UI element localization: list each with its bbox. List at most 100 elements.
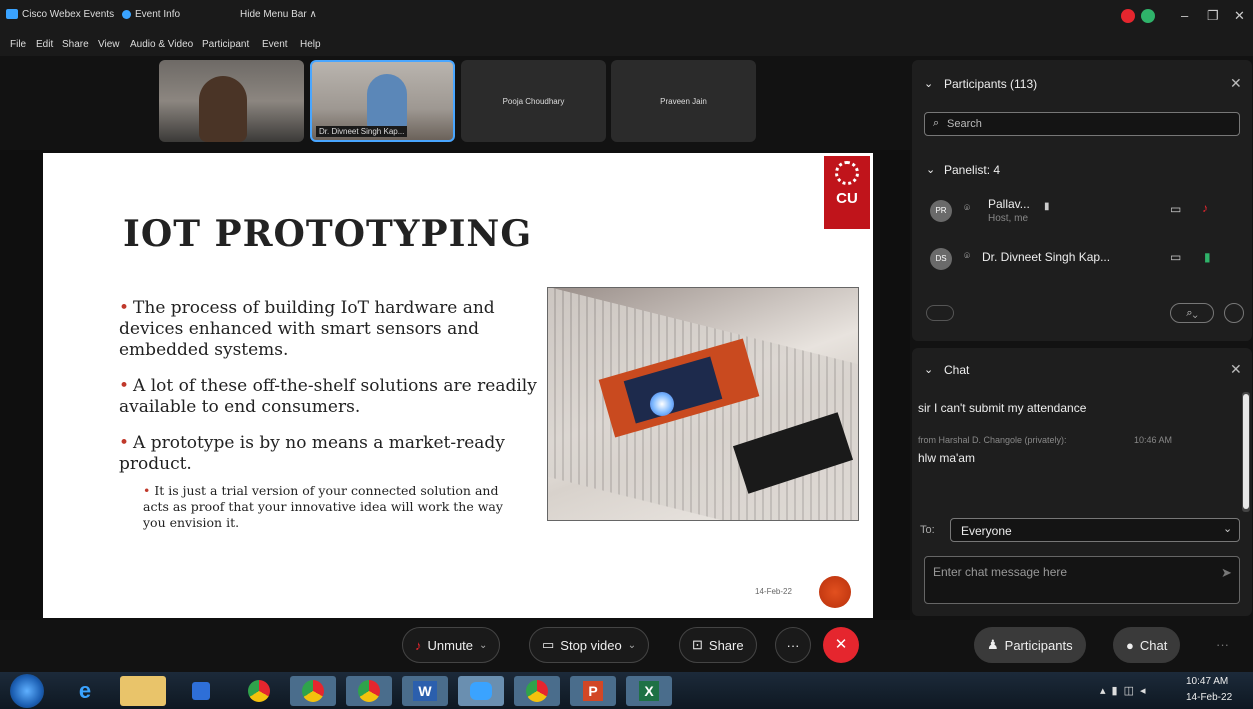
status-icon [1141,9,1155,23]
participants-toggle-button[interactable]: ♟ Participants [974,627,1086,663]
slide-sub-bullet: • It is just a trial version of your con… [143,483,503,530]
app-title: Cisco Webex Events [22,9,115,20]
recipient-select[interactable]: Everyone ⌄ [950,518,1240,542]
search-placeholder: Search [947,118,982,130]
participant-video [199,76,247,142]
signal-icon: ▮ [1044,201,1050,212]
video-thumbnail[interactable]: Praveen Jain [611,60,756,142]
participant-row[interactable]: DS ⌾ Dr. Divneet Singh Kap... ▭ ▮ [912,244,1242,274]
collapse-chevron-icon[interactable]: ⌄ [924,77,933,90]
close-chat-icon[interactable]: ✕ [1230,361,1242,378]
chat-bubble-icon: ● [1126,637,1134,653]
panelist-chevron-icon[interactable]: ⌄ [926,163,935,176]
clock-date[interactable]: 14-Feb-22 [1186,692,1232,703]
file-explorer-icon[interactable] [120,676,166,706]
chevron-down-icon: ⌄ [479,639,488,651]
chrome-window-icon[interactable] [346,676,392,706]
close-window-button[interactable]: ✕ [1234,8,1245,24]
raise-hand-button[interactable]: ⌕⌄ [1170,303,1214,323]
close-participants-icon[interactable]: ✕ [1230,75,1242,92]
unmute-button[interactable]: ♪ Unmute ⌄ [402,627,501,663]
menu-bar: File Edit Share View Audio & Video Parti… [0,34,1253,56]
participant-role: Host, me [988,213,1029,224]
chat-header: Chat [944,363,970,377]
chevron-down-icon: ⌄ [1223,523,1233,535]
hide-menu-bar-button[interactable]: Hide Menu Bar ∧ [240,9,317,20]
video-icon: ▭ [1170,250,1182,264]
mic-off-icon: ♪ [415,637,422,653]
avatar: PR [930,200,952,222]
participant-name: Dr. Divneet Singh Kap... [982,250,1111,264]
slide-bullet: • The process of building IoT hardware an… [119,298,495,360]
menu-view[interactable]: View [98,39,120,50]
participant-row[interactable]: PR ⌾ Pallav... Host, me ▮ ▭ ♪ [912,194,1242,228]
participants-panel: ⌄ Participants (113) ✕ ⌕ Search ⌄ Paneli… [912,60,1252,341]
chat-toggle-label: Chat [1139,637,1168,653]
start-button[interactable] [10,674,44,708]
participant-name: Pallav... [988,197,1030,211]
menu-participant[interactable]: Participant [202,39,249,50]
menu-file[interactable]: File [10,39,26,50]
powerpoint-icon[interactable]: P [570,676,616,706]
mic-on-icon: ▮ [1204,250,1211,264]
title-bar: Cisco Webex Events Event Info Hide Menu … [0,0,1253,34]
menu-help[interactable]: Help [300,39,321,50]
menu-event[interactable]: Event [262,39,288,50]
restore-button[interactable]: ❐ [1207,8,1219,24]
stop-video-button[interactable]: ▭ Stop video ⌄ [529,627,650,663]
muted-mic-icon: ⌾ [964,203,970,214]
slide-bullet: • A prototype is by no means a market-rea… [119,433,505,474]
share-label: Share [708,637,744,653]
participants-options-button[interactable] [926,305,954,321]
recipient-value: Everyone [961,524,1012,538]
chat-input-placeholder: Enter chat message here [933,565,1068,579]
slide-badge-icon [819,576,851,608]
clock-time[interactable]: 10:47 AM [1186,676,1228,687]
menu-audio-video[interactable]: Audio & Video [130,39,193,50]
person-icon: ♟ [987,637,999,652]
participants-header: Participants (113) [944,77,1038,91]
cu-logo: CU [824,156,870,229]
end-call-button[interactable]: ✕ [823,627,859,663]
thumbnail-name: Dr. Divneet Singh Kap... [316,126,408,137]
record-icon [1121,9,1135,23]
share-button[interactable]: ⊡ Share [679,627,757,663]
chat-toggle-button[interactable]: ● Chat [1113,627,1181,663]
word-icon[interactable]: W [402,676,448,706]
info-icon [122,10,131,19]
thumbnail-name: Praveen Jain [660,97,707,106]
webex-icon[interactable] [458,676,504,706]
excel-icon[interactable]: X [626,676,672,706]
emblem-icon [835,161,859,185]
presentation-slide: CU IOT PROTOTYPING • The process of build… [43,153,873,618]
participants-toggle-label: Participants [1004,637,1073,653]
internet-explorer-icon[interactable]: e [62,676,108,706]
settings-icon[interactable] [1224,303,1244,323]
slide-date: 14-Feb-22 [755,587,792,596]
share-icon: ⊡ [692,637,703,652]
send-icon[interactable]: ➤ [1221,565,1232,581]
slide-title: IOT PROTOTYPING [123,213,533,255]
video-thumbnail[interactable]: Pooja Choudhary [461,60,606,142]
chat-message-sender: from Harshal D. Changole (privately): [918,435,1067,445]
event-info-button[interactable]: Event Info [135,9,180,20]
chrome-window-icon[interactable] [290,676,336,706]
chat-message: hlw ma'am [918,451,975,465]
video-icon: ▭ [542,637,555,652]
more-icon[interactable]: ··· [1216,637,1229,652]
video-thumbnail[interactable] [159,60,304,142]
menu-share[interactable]: Share [62,39,89,50]
tray-icons[interactable]: ▴▮◫◂ [1100,684,1152,697]
participant-search-input[interactable]: ⌕ Search [924,112,1240,136]
chrome-icon[interactable] [236,676,282,706]
more-options-button[interactable]: ··· [775,627,811,663]
menu-edit[interactable]: Edit [36,39,53,50]
avatar: DS [930,248,952,270]
chat-scrollbar[interactable] [1242,392,1250,512]
media-player-icon[interactable] [178,676,224,706]
chat-collapse-chevron-icon[interactable]: ⌄ [924,363,933,376]
video-thumbnail-active[interactable]: Dr. Divneet Singh Kap... [310,60,455,142]
chrome-window-icon[interactable] [514,676,560,706]
minimize-button[interactable]: – [1181,8,1188,23]
chat-message-input[interactable]: Enter chat message here ➤ [924,556,1240,604]
